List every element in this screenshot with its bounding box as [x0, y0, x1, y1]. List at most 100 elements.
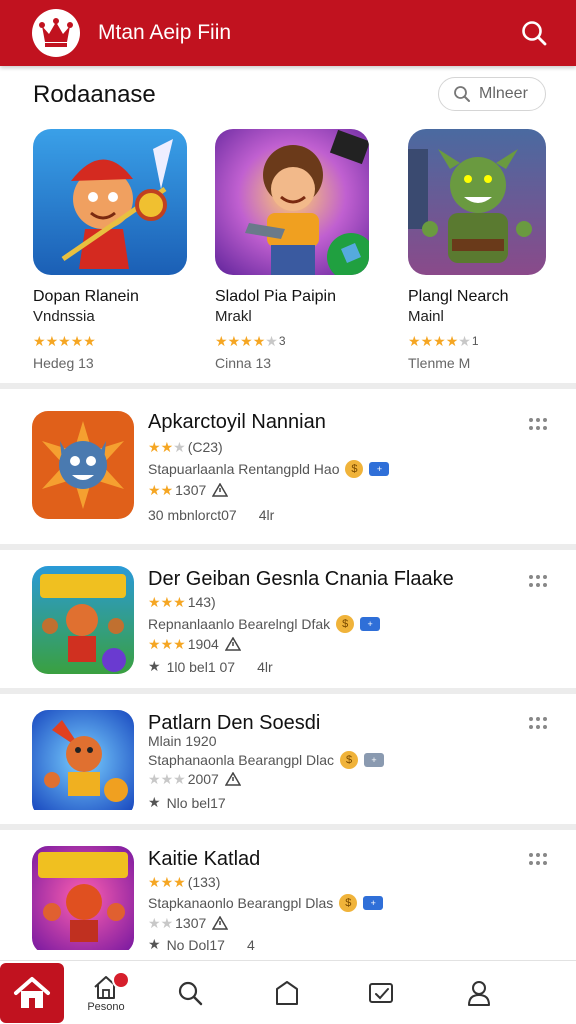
nav-search[interactable] [166, 969, 214, 1017]
list-item[interactable]: Apkarctoyil Nannian ★★★ (C23) Stapuarlaa… [0, 389, 576, 544]
genre-text: Stapuarlaanla Rentangpld Hao [148, 461, 340, 477]
star-icon: ★ [173, 771, 186, 787]
star-icon: ★ [408, 333, 421, 349]
date-text: 1l0 bel1 07 [166, 658, 236, 675]
date-row: ★ 1l0 bel1 07 4lr [148, 658, 273, 675]
stats-row: ★★ 1307 [148, 482, 229, 498]
section-title: Rodaanase [33, 81, 156, 108]
list-item[interactable]: Kaitie Katlad ★★★ (133) Stapkanaonlo Bea… [0, 830, 576, 960]
star-icon: ★ [252, 333, 266, 349]
star-icon: ★ [148, 594, 161, 610]
rating-stars: ★ ★ ★ ★ ★ [33, 333, 203, 349]
rating-row: ★★★ 143) [148, 594, 216, 610]
nav-profile[interactable] [455, 969, 503, 1017]
more-button-label: Mlneer [479, 85, 528, 102]
warning-icon [212, 483, 229, 497]
star-icon: ★ [160, 771, 174, 787]
star-icon: ★ [160, 439, 174, 455]
stats-row: ★★★ 2007 [148, 771, 241, 787]
list-item[interactable]: Der Geiban Gesnla Cnania Flaake ★★★ 143)… [0, 550, 576, 688]
tag-badge-icon: + [360, 617, 381, 631]
star-icon: ★ [58, 333, 71, 349]
stats-value: 2007 [187, 771, 219, 787]
game-meta: Cinna 13 [215, 355, 272, 371]
game-name: Dopan Rlanein [33, 288, 139, 305]
warning-icon [224, 772, 241, 786]
stats-row: ★★★ 1904 [148, 636, 241, 652]
crown-icon[interactable] [32, 9, 80, 57]
star-outline-icon: ★ [148, 936, 161, 952]
star-icon: ★ [173, 636, 186, 652]
game-name: Sladol Pia Paipin [215, 288, 336, 305]
star-icon: ★ [215, 333, 228, 349]
date-text: 30 mbnlorct07 [148, 507, 237, 523]
genre-row: Staphanaonla Bearangpl Dlac $ + [148, 751, 385, 769]
nav-personal[interactable]: Pesono [82, 969, 130, 1017]
featured-card[interactable]: Sladol Pia Paipin Mrakl ★ ★ ★ ★ ★ 3 Cinna 13 [215, 129, 385, 371]
game-subtitle: Mrakl [215, 308, 252, 325]
tag-badge-icon: + [369, 462, 390, 476]
star-icon: ★ [160, 594, 174, 610]
more-button[interactable]: Mlneer [438, 77, 546, 111]
star-icon: ★ [148, 482, 161, 498]
size-text: 4 [246, 936, 255, 953]
profile-icon [468, 981, 490, 1006]
star-outline-icon: ★ [148, 658, 161, 674]
star-icon: ★ [160, 482, 174, 498]
star-icon: ★ [458, 333, 471, 349]
star-icon: ★ [265, 333, 278, 349]
star-icon: ★ [148, 915, 161, 931]
genre-text: Staphanaonla Bearangpl Dlac [148, 752, 335, 768]
nav-home[interactable] [0, 963, 64, 1023]
apps-icon [276, 981, 298, 1005]
nav-label: Pesono [87, 1000, 125, 1013]
nav-inbox[interactable] [357, 969, 405, 1017]
date-text: Nlo bel17 [166, 794, 226, 811]
featured-carousel: Dopan Rlanein Vndnssia ★ ★ ★ ★ ★ Hedeg 13 Sl… [0, 126, 576, 381]
list-item[interactable]: Patlarn Den Soesdi Mlain 1920 Staphanaon… [0, 694, 576, 824]
rating-row: Mlain 1920 [148, 733, 217, 749]
game-thumbnail [32, 411, 134, 519]
game-subtitle: Vndnssia [33, 308, 95, 325]
search-icon[interactable] [510, 9, 558, 57]
size-text: 4lr [258, 507, 275, 523]
game-thumbnail [408, 129, 546, 275]
more-options-icon[interactable] [528, 716, 548, 730]
more-options-icon[interactable] [528, 417, 548, 431]
featured-card[interactable]: Plangl Nearch Mainl ★ ★ ★ ★ ★ 1 Tlenme M [408, 129, 576, 371]
genre-row: Stapkanaonlo Bearangpl Dlas $ + [148, 894, 384, 912]
game-thumbnail [215, 129, 369, 275]
date-row: ★ No Dol17 4 [148, 936, 255, 953]
rating-stars: ★ ★ ★ ★ ★ 3 [215, 333, 385, 349]
search-icon [178, 981, 203, 1006]
star-outline-icon: ★ [148, 794, 161, 810]
game-meta: Tlenme M [408, 355, 471, 371]
star-icon: ★ [173, 439, 186, 455]
nav-apps[interactable] [263, 969, 311, 1017]
genre-text: Stapkanaonlo Bearangpl Dlas [148, 895, 334, 911]
tag-badge-icon: + [363, 896, 384, 910]
star-icon: ★ [227, 333, 241, 349]
genre-row: Repnanlaanlo Bearelngl Dfak $ + [148, 615, 381, 633]
home-icon [14, 977, 50, 1008]
warning-icon [212, 916, 229, 930]
date-row: ★ Nlo bel17 [148, 794, 226, 811]
game-subtitle: Mainl [408, 308, 444, 325]
search-icon [454, 86, 470, 102]
star-icon: ★ [148, 771, 161, 787]
game-thumbnail [32, 566, 134, 674]
coin-badge-icon: $ [339, 894, 358, 912]
app-title: Mtan Aeip Fiin [98, 21, 232, 44]
star-icon: ★ [160, 874, 174, 890]
featured-section-header: Rodaanase Mlneer [0, 66, 576, 126]
game-title: Patlarn Den Soesdi [148, 712, 321, 734]
star-icon: ★ [240, 333, 253, 349]
more-options-icon[interactable] [528, 852, 548, 866]
more-options-icon[interactable] [528, 574, 548, 588]
featured-card[interactable]: Dopan Rlanein Vndnssia ★ ★ ★ ★ ★ Hedeg 13 [33, 129, 203, 371]
stats-value: 1307 [175, 915, 207, 931]
rating-suffix: 1 [471, 334, 479, 348]
app-header: Mtan Aeip Fiin [0, 0, 576, 66]
genre-text: Repnanlaanlo Bearelngl Dfak [148, 616, 331, 632]
star-icon: ★ [33, 333, 46, 349]
